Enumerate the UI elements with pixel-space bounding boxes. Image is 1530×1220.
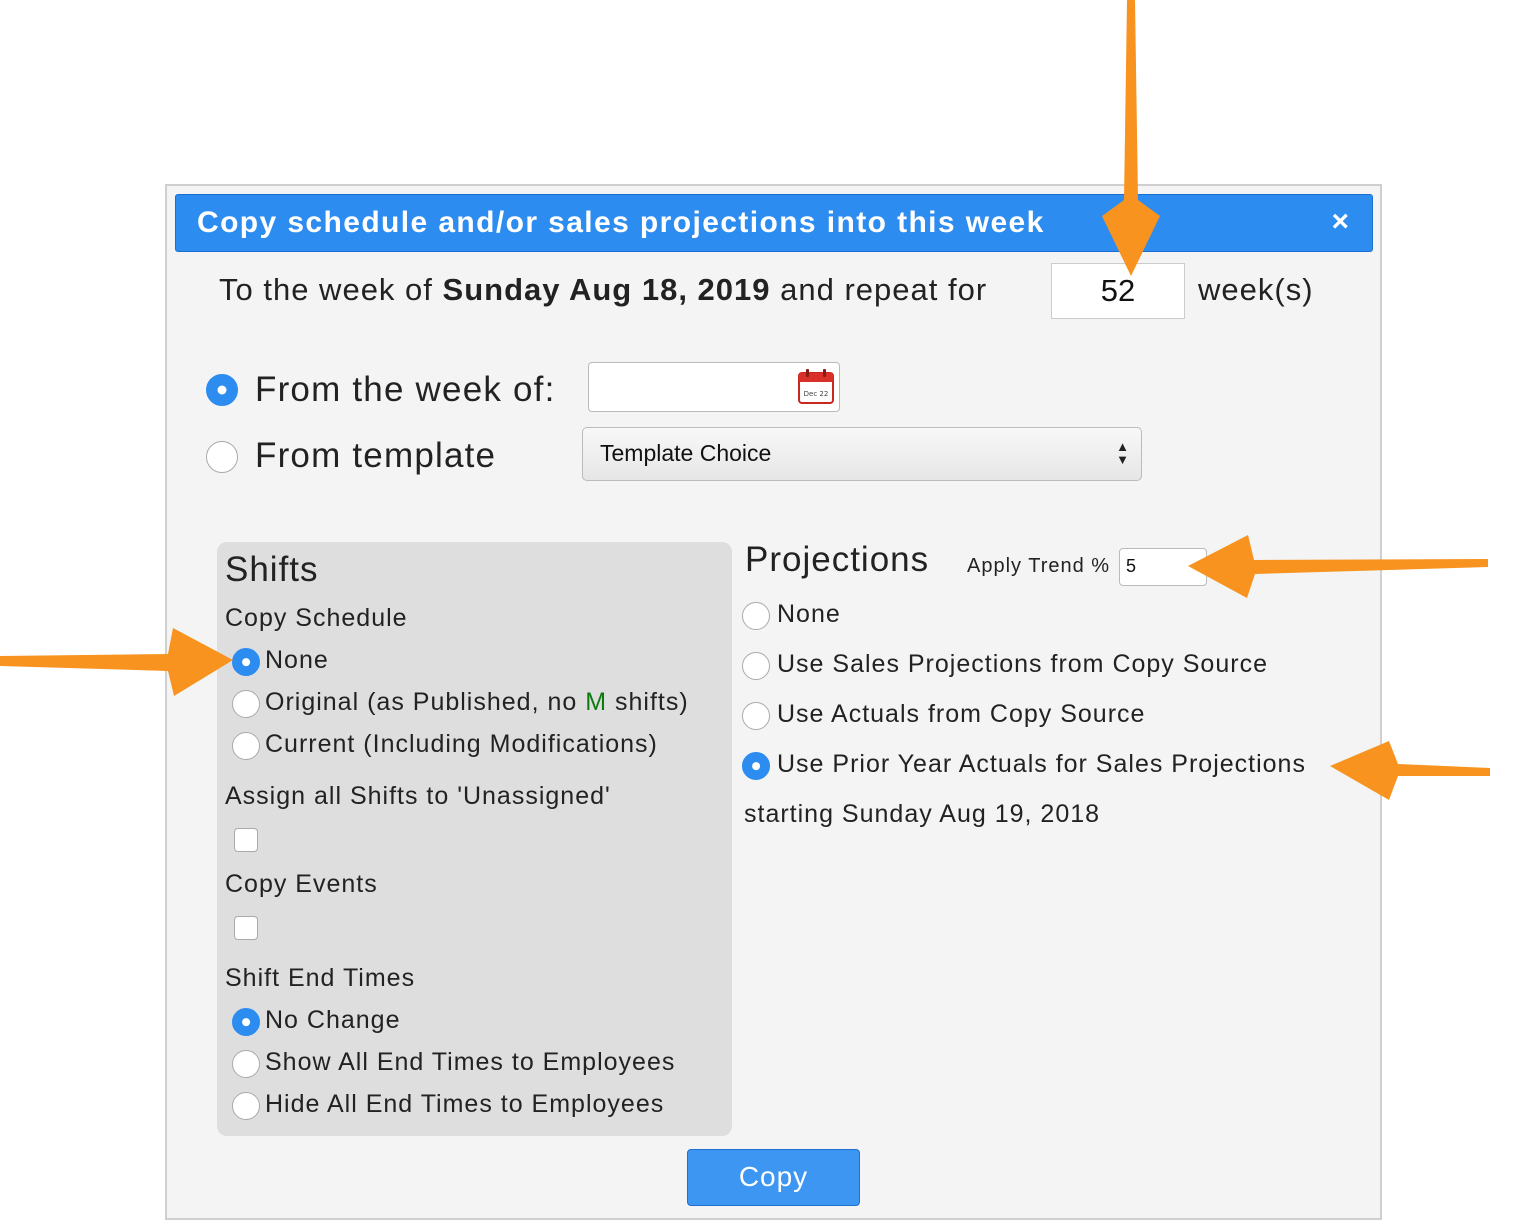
projections-actuals-radio[interactable] [742, 702, 770, 730]
copy-schedule-none-radio[interactable] [232, 648, 260, 676]
dialog-title: Copy schedule and/or sales projections i… [197, 206, 1045, 239]
template-select[interactable]: Template Choice ▲ ▼ [582, 427, 1142, 481]
from-week-label: From the week of: [255, 370, 556, 409]
end-times-hide-label: Hide All End Times to Employees [265, 1090, 665, 1118]
copy-schedule-label: Copy Schedule [225, 604, 408, 632]
target-week-line: To the week of Sunday Aug 18, 2019 and r… [219, 272, 987, 308]
projections-none-radio[interactable] [742, 602, 770, 630]
shifts-heading: Shifts [225, 550, 319, 589]
copy-schedule-original-label: Original (as Published, no M shifts) [265, 688, 689, 717]
apply-trend-label: Apply Trend % [967, 555, 1111, 577]
from-week-date-input[interactable]: Dec 22 [588, 362, 840, 412]
shifts-panel: Shifts Copy Schedule None Original (as P… [217, 542, 732, 1136]
assign-unassigned-label: Assign all Shifts to 'Unassigned' [225, 782, 611, 810]
close-icon[interactable]: × [1328, 207, 1354, 237]
copy-events-checkbox[interactable] [234, 916, 258, 940]
apply-trend-input[interactable]: 5 [1119, 548, 1207, 586]
copy-schedule-original-radio[interactable] [232, 690, 260, 718]
target-week-prefix: To the week of [219, 272, 433, 307]
projections-none-label: None [777, 600, 841, 628]
projections-prior-year-radio[interactable] [742, 752, 770, 780]
end-times-show-label: Show All End Times to Employees [265, 1048, 676, 1076]
projections-actuals-label: Use Actuals from Copy Source [777, 700, 1146, 728]
repeat-weeks-input[interactable]: 52 [1051, 263, 1185, 319]
calendar-icon[interactable]: Dec 22 [796, 367, 836, 407]
assign-unassigned-checkbox[interactable] [234, 828, 258, 852]
copy-button[interactable]: Copy [687, 1149, 860, 1206]
from-template-label: From template [255, 436, 497, 475]
projections-sales-label: Use Sales Projections from Copy Source [777, 650, 1268, 678]
weeks-suffix: week(s) [1198, 272, 1314, 307]
copy-schedule-current-radio[interactable] [232, 732, 260, 760]
projections-sales-radio[interactable] [742, 652, 770, 680]
projections-starting-text: starting Sunday Aug 19, 2018 [744, 800, 1101, 828]
copy-schedule-none-label: None [265, 646, 329, 674]
copy-dialog: Copy schedule and/or sales projections i… [165, 184, 1382, 1220]
end-times-hide-radio[interactable] [232, 1092, 260, 1120]
end-times-no-change-radio[interactable] [232, 1008, 260, 1036]
from-week-radio[interactable] [206, 374, 238, 406]
select-arrows-icon: ▲ ▼ [1116, 439, 1129, 467]
end-times-label: Shift End Times [225, 964, 416, 992]
projections-prior-year-label: Use Prior Year Actuals for Sales Project… [777, 750, 1306, 778]
original-label-before: Original (as Published, no [265, 688, 586, 716]
original-label-after: shifts) [607, 688, 689, 716]
modified-shift-marker: M [585, 688, 608, 716]
template-select-value: Template Choice [600, 440, 772, 466]
target-week-date: Sunday Aug 18, 2019 [442, 272, 771, 307]
end-times-show-radio[interactable] [232, 1050, 260, 1078]
dialog-titlebar: Copy schedule and/or sales projections i… [175, 194, 1373, 252]
from-template-radio[interactable] [206, 441, 238, 473]
projections-heading: Projections [745, 540, 930, 579]
copy-events-label: Copy Events [225, 870, 378, 898]
calendar-icon-text: Dec 22 [804, 390, 829, 398]
end-times-no-change-label: No Change [265, 1006, 401, 1034]
repeat-text: and repeat for [780, 272, 988, 307]
copy-schedule-current-label: Current (Including Modifications) [265, 730, 658, 758]
